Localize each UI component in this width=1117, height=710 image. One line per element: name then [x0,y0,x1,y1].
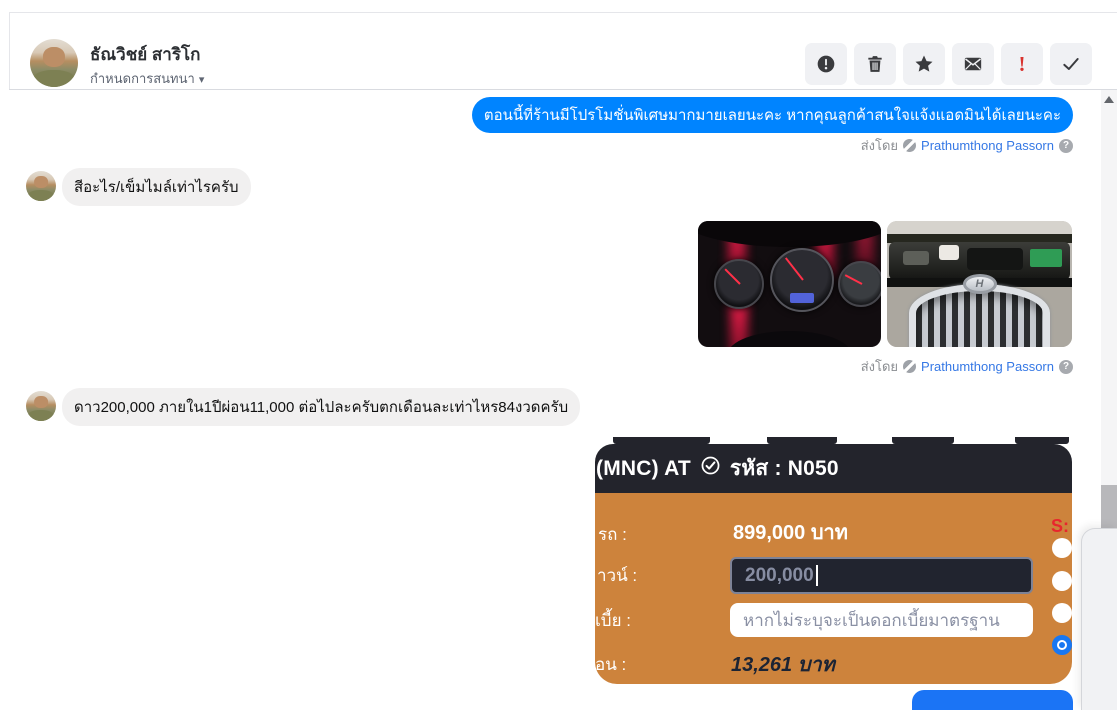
gauge-right [838,261,881,307]
red-text-fragment: S: [1051,516,1069,536]
gauge-speedometer [770,248,834,312]
radio-option-4-selected [1052,635,1072,655]
car-dashboard-photo[interactable] [698,221,881,347]
gauge-left [714,259,764,309]
radio-option-1 [1052,538,1072,558]
avatar[interactable] [26,171,56,201]
cropped-row-fragment [1015,437,1069,444]
received-message-bubble[interactable]: สีอะไร/เข็มไมล์เท่าไรครับ [62,168,251,206]
sent-by-row: ส่งโดย Prathumthong Passorn ? [861,356,1073,377]
cropped-row-fragment [613,437,710,444]
mark-done-button[interactable] [1050,43,1092,85]
cropped-row-fragment [767,437,837,444]
radio-option-2 [1052,571,1072,591]
engine-component [903,251,929,265]
down-payment-label: าวน์ : [597,566,638,585]
calculator-body: รถ : 899,000 บาท S: าวน์ : 200,000 เบี้ย… [595,493,1072,684]
text-cursor [815,565,818,586]
cropped-row-fragment [892,437,954,444]
help-icon[interactable]: ? [1059,359,1073,374]
installment-value: 13,261 บาท [731,654,835,676]
down-payment-input: 200,000 [730,557,1033,594]
battery [1030,249,1062,267]
conversation-header: ธัณวิชย์ สาริโก กำหนดการสนทนา ▾ ! [9,12,1117,89]
model-code: รหัส : N050 [729,457,839,480]
price-label: รถ : [598,525,627,544]
messenger-window: ธัณวิชย์ สาริโก กำหนดการสนทนา ▾ ! ตอนนี้… [0,0,1117,710]
check-circle-icon [700,455,721,482]
price-value: 899,000 บาท [733,522,848,544]
installment-label: ่อน : [595,655,627,674]
sent-by-label: ส่งโดย [860,359,899,374]
dashboard-hood [698,221,881,247]
engine-block [967,248,1023,270]
model-title: (MNC) AT [596,456,691,480]
interest-label: เบี้ย : [595,611,632,630]
follow-up-button[interactable]: ! [1001,43,1043,85]
radio-option-3 [1052,603,1072,623]
avatar[interactable] [26,391,56,421]
interest-placeholder: หากไม่ระบุจะเป็นดอกเบี้ยมาตรฐาน [743,610,1000,630]
sent-by-row: ส่งโดย Prathumthong Passorn ? [861,135,1073,156]
chevron-down-icon: ▾ [198,74,205,86]
received-message-bubble[interactable]: ดาว200,000 ภายใน1ปีผ่อน11,000 ต่อไปละครั… [62,388,581,426]
sent-by-label: ส่งโดย [860,138,899,153]
trash-icon [865,54,885,74]
odometer-lcd [790,293,814,303]
down-payment-value: 200,000 [745,564,814,586]
sender-name-link[interactable]: Prathumthong Passorn [921,359,1054,374]
mark-unread-button[interactable] [952,43,994,85]
interest-input: หากไม่ระบุจะเป็นดอกเบี้ยมาตรฐาน [730,603,1033,637]
contact-name: ธัณวิชย์ สาริโก [90,45,201,64]
coolant-reservoir [939,245,959,260]
avatar[interactable] [30,39,78,87]
sender-name-link[interactable]: Prathumthong Passorn [921,138,1054,153]
car-engine-photo[interactable]: H [887,221,1072,347]
envelope-icon [963,54,983,74]
header-divider [9,89,1117,90]
exclamation-icon: ! [1018,51,1026,76]
hyundai-logo: H [962,273,997,294]
star-icon [914,54,934,74]
check-icon [1061,54,1081,74]
alert-circle-icon [816,54,836,74]
conversation-settings-label: กำหนดการสนทนา [90,71,195,86]
cut-off-blue-button[interactable] [912,690,1073,710]
help-icon[interactable]: ? [1059,138,1073,153]
scrollbar-up-arrow-icon[interactable] [1104,96,1114,103]
toolbar: ! [805,43,1092,85]
loan-calculator-image[interactable]: (MNC) AT รหัส : N050 รถ : 899,000 บาท S:… [595,437,1072,684]
sender-badge-icon [903,360,917,373]
delete-button[interactable] [854,43,896,85]
floating-panel [1081,528,1117,710]
conversation-settings-dropdown[interactable]: กำหนดการสนทนา ▾ [90,68,204,89]
star-button[interactable] [903,43,945,85]
sender-badge-icon [903,139,917,152]
mark-important-button[interactable] [805,43,847,85]
calculator-title-bar: (MNC) AT รหัส : N050 [595,444,1072,493]
sent-message-bubble[interactable]: ตอนนี้ที่ร้านมีโปรโมชั่นพิเศษมากมายเลยนะ… [471,97,1073,133]
